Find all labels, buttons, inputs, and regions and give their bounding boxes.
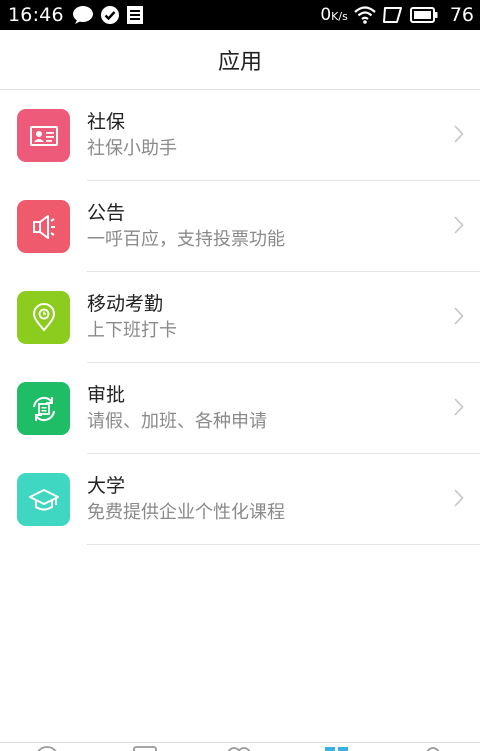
location-pin-icon <box>17 291 70 344</box>
app-subtitle: 社保小助手 <box>87 138 177 159</box>
battery-level: 76 <box>449 4 474 26</box>
people-icon[interactable] <box>226 745 252 751</box>
page-title: 应用 <box>217 49 262 75</box>
app-list: 社保 社保小助手 公告 一呼百应，支持投票功能 移动考勤 上下班打卡 审批 请假… <box>0 90 480 545</box>
app-title: 社保 <box>87 111 126 133</box>
app-title: 移动考勤 <box>87 293 164 315</box>
chevron-right-icon <box>454 397 464 420</box>
megaphone-icon <box>17 200 70 253</box>
check-circle-icon <box>100 5 120 25</box>
id-card-icon <box>17 109 70 162</box>
signal-icon <box>382 6 404 24</box>
app-subtitle: 一呼百应，支持投票功能 <box>87 229 285 250</box>
app-subtitle: 上下班打卡 <box>87 320 177 341</box>
wifi-icon <box>354 6 376 24</box>
graduation-cap-icon <box>17 473 70 526</box>
network-speed: 0K/s <box>320 5 348 25</box>
app-item-attendance[interactable]: 移动考勤 上下班打卡 <box>0 272 480 363</box>
chat-icon[interactable] <box>34 745 60 751</box>
app-item-university[interactable]: 大学 免费提供企业个性化课程 <box>0 454 480 545</box>
document-icon <box>126 5 144 25</box>
app-item-social-security[interactable]: 社保 社保小助手 <box>0 90 480 181</box>
message-icon <box>72 5 94 25</box>
profile-icon[interactable] <box>420 745 446 751</box>
chevron-right-icon <box>454 306 464 329</box>
app-subtitle: 免费提供企业个性化课程 <box>87 502 285 523</box>
page-header: 应用 <box>0 30 480 90</box>
chevron-right-icon <box>454 488 464 511</box>
status-bar: 16:46 0K/s 76 <box>0 0 480 30</box>
app-title: 公告 <box>87 202 126 224</box>
contacts-icon[interactable] <box>132 745 158 751</box>
app-item-approval[interactable]: 审批 请假、加班、各种申请 <box>0 363 480 454</box>
chevron-right-icon <box>454 215 464 238</box>
app-subtitle: 请假、加班、各种申请 <box>87 411 267 432</box>
app-title: 大学 <box>87 475 126 497</box>
chevron-right-icon <box>454 124 464 147</box>
apps-icon[interactable] <box>324 745 350 751</box>
approval-cycle-icon <box>17 382 70 435</box>
app-title: 审批 <box>87 384 126 406</box>
battery-icon <box>409 7 438 23</box>
status-time: 16:46 <box>8 4 64 26</box>
app-item-announcement[interactable]: 公告 一呼百应，支持投票功能 <box>0 181 480 272</box>
